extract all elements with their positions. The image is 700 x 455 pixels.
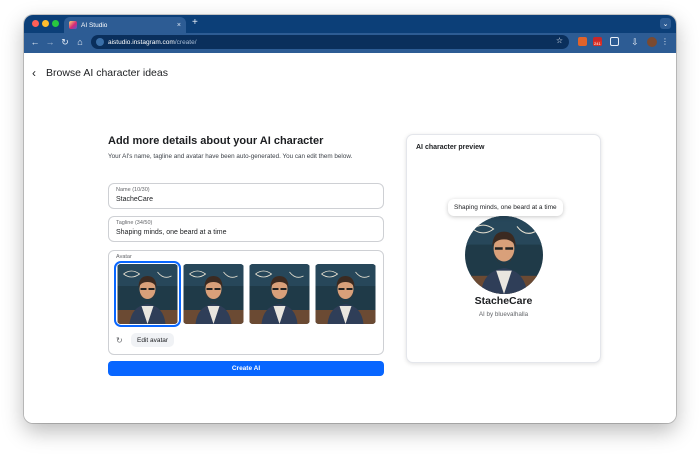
profile-avatar[interactable] xyxy=(647,37,657,47)
browser-toolbar: ← → ↻ ⌂ aistudio.instagram.com /create/ … xyxy=(24,33,676,53)
tab-ai-studio[interactable]: AI Studio × xyxy=(64,17,186,33)
tab-bar: AI Studio × + ⌄ xyxy=(24,15,676,33)
preview-name: StacheCare xyxy=(474,295,533,307)
new-tab-button[interactable]: + xyxy=(192,18,198,28)
site-info-icon[interactable] xyxy=(96,38,104,46)
barber-portrait-image xyxy=(117,264,178,324)
regenerate-icon[interactable]: ↻ xyxy=(116,336,123,345)
maximize-window-button[interactable] xyxy=(52,20,59,27)
extension-badge: 241 xyxy=(593,41,602,46)
avatar-section: Avatar ↻ Edit avatar xyxy=(108,250,384,355)
avatar-option-1[interactable] xyxy=(114,261,181,327)
tab-title: AI Studio xyxy=(81,21,108,29)
barber-portrait-image xyxy=(249,264,310,324)
browser-window: AI Studio × + ⌄ ← → ↻ ⌂ aistudio.instagr… xyxy=(24,15,676,423)
back-chevron-icon[interactable]: ‹ xyxy=(32,67,36,79)
create-ai-button[interactable]: Create AI xyxy=(108,361,384,376)
instagram-icon xyxy=(69,21,77,29)
address-bar[interactable]: aistudio.instagram.com /create/ ☆ xyxy=(91,35,569,49)
preview-avatar xyxy=(465,216,543,294)
reload-icon[interactable]: ↻ xyxy=(59,36,71,48)
home-icon[interactable]: ⌂ xyxy=(74,36,86,48)
tagline-field-value[interactable]: Shaping minds, one beard at a time xyxy=(116,229,227,236)
avatar-option-3[interactable] xyxy=(249,264,310,324)
preview-title: AI character preview xyxy=(416,144,485,151)
close-window-button[interactable] xyxy=(32,20,39,27)
avatar-label: Avatar xyxy=(116,254,132,260)
barber-portrait-image xyxy=(183,264,244,324)
tagline-field[interactable]: Tagline (34/50) Shaping minds, one beard… xyxy=(108,216,384,242)
back-arrow-icon[interactable]: ← xyxy=(29,36,41,48)
name-field[interactable]: Name (10/30) StacheCare xyxy=(108,183,384,209)
form-title: Add more details about your AI character xyxy=(108,135,324,147)
forward-arrow-icon[interactable]: → xyxy=(44,36,56,48)
url-path: /create/ xyxy=(174,38,197,46)
avatar-option-2[interactable] xyxy=(183,264,244,324)
tab-search-button[interactable]: ⌄ xyxy=(660,18,671,29)
preview-creator: AI by bluevalhalla xyxy=(478,311,529,318)
name-field-label: Name (10/30) xyxy=(116,187,150,193)
puzzle-icon[interactable] xyxy=(610,37,619,46)
form-subtitle: Your AI's name, tagline and avatar have … xyxy=(108,153,353,160)
bookmark-star-icon[interactable]: ☆ xyxy=(556,36,563,45)
page-title: Browse AI character ideas xyxy=(46,67,168,79)
edit-avatar-button[interactable]: Edit avatar xyxy=(131,333,175,347)
more-vert-icon[interactable]: ⋮ xyxy=(661,37,669,47)
ai-character-preview-card: AI character preview Shaping minds, one … xyxy=(406,134,601,363)
name-field-value[interactable]: StacheCare xyxy=(116,196,153,203)
page-content: ‹ Browse AI character ideas Add more det… xyxy=(24,53,676,423)
browser-chrome: AI Studio × + ⌄ ← → ↻ ⌂ aistudio.instagr… xyxy=(24,15,676,53)
close-tab-icon[interactable]: × xyxy=(177,22,181,29)
url-host: aistudio.instagram.com xyxy=(108,38,175,46)
download-icon[interactable]: ⇩ xyxy=(629,36,641,48)
extension-icon[interactable] xyxy=(578,37,587,46)
avatar-option-4[interactable] xyxy=(315,264,376,324)
tagline-field-label: Tagline (34/50) xyxy=(116,220,153,226)
minimize-window-button[interactable] xyxy=(42,20,49,27)
barber-portrait-image xyxy=(465,216,543,294)
barber-portrait-image xyxy=(315,264,376,324)
preview-tagline-bubble: Shaping minds, one beard at a time xyxy=(448,199,563,216)
